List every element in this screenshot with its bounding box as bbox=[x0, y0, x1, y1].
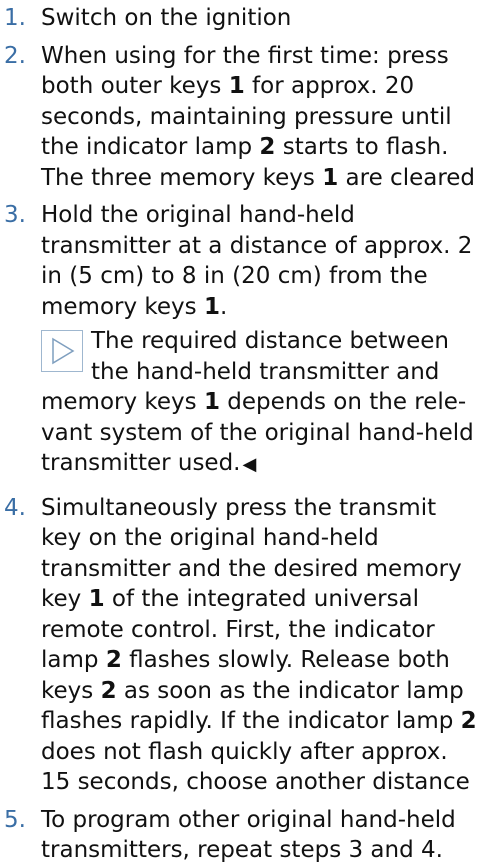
step-number: 5. bbox=[4, 806, 26, 833]
key-reference: 2 bbox=[100, 677, 117, 704]
note-box: The required distance between the hand-h… bbox=[41, 326, 482, 481]
step-4: 4. Simultaneously press the transmit key… bbox=[0, 493, 488, 798]
step-number: 2. bbox=[4, 42, 26, 69]
play-triangle-icon bbox=[41, 330, 83, 372]
step-text: Simultaneously press the transmit key on… bbox=[41, 493, 488, 798]
key-reference: 1 bbox=[228, 73, 245, 99]
step-number: 1. bbox=[4, 5, 26, 31]
lamp-reference: 2 bbox=[460, 708, 477, 734]
step-text-part: To program other original hand-held tran… bbox=[41, 806, 456, 864]
step-5: 5. To program other original hand-held t… bbox=[0, 805, 488, 866]
step-number: 3. bbox=[4, 202, 26, 228]
lamp-reference: 2 bbox=[105, 647, 122, 673]
step-text-part: . bbox=[219, 293, 228, 320]
instruction-page: 1. Switch on the ignition 2. When using … bbox=[0, 0, 488, 863]
step-text-part: does not flash quickly after approx. 15 … bbox=[41, 738, 470, 796]
step-2: 2. When using for the first time: press … bbox=[0, 41, 488, 194]
key-reference: 1 bbox=[203, 389, 220, 415]
step-text: To program other original hand-held tran… bbox=[41, 805, 488, 866]
end-mark: ◀ bbox=[242, 454, 257, 475]
step-number: 4. bbox=[4, 494, 26, 521]
step-1: 1. Switch on the ignition bbox=[0, 3, 488, 34]
step-text: Hold the original hand-held transmitter … bbox=[41, 200, 488, 322]
note-text: The required distance between the hand-h… bbox=[41, 328, 474, 476]
step-text-part: Hold the original hand-held transmitter … bbox=[41, 202, 473, 320]
step-text: When using for the first time: press bot… bbox=[41, 41, 488, 194]
key-reference: 1 bbox=[322, 164, 339, 191]
key-reference: 1 bbox=[203, 293, 220, 320]
step-text-part: are cleared bbox=[338, 164, 476, 191]
lamp-reference: 2 bbox=[259, 134, 276, 160]
key-reference: 1 bbox=[88, 586, 105, 612]
step-text-part: Switch on the ignition bbox=[41, 5, 292, 31]
step-text: Switch on the ignition bbox=[41, 3, 488, 34]
step-3: 3. Hold the original hand-held transmitt… bbox=[0, 200, 488, 322]
